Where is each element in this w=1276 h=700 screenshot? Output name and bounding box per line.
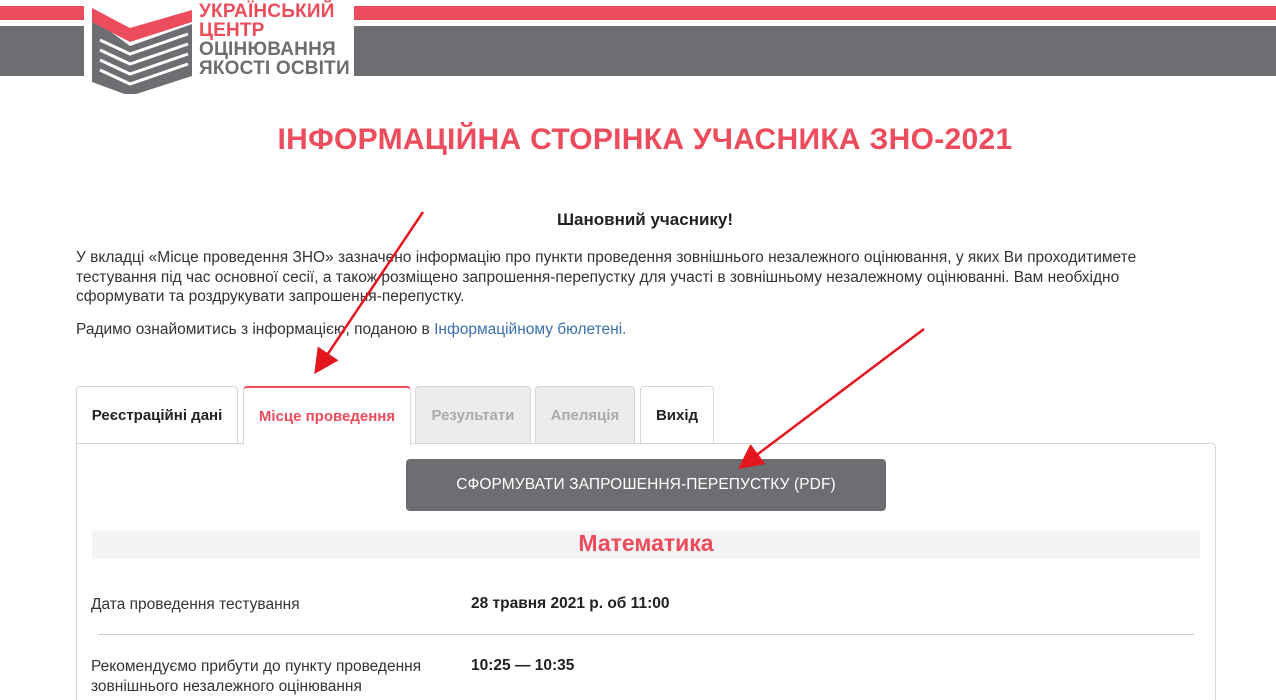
test-date-value: 28 травня 2021 р. об 11:00 — [471, 595, 670, 612]
tab-results[interactable]: Результати — [415, 386, 531, 444]
logo-line-3: ОЦІНЮВАННЯ — [199, 39, 336, 60]
arrival-time-label: Рекомендуємо прибути до пункту проведенн… — [91, 658, 422, 695]
page-title: ІНФОРМАЦІЙНА СТОРІНКА УЧАСНИКА ЗНО-2021 — [277, 123, 1013, 156]
tab-exit[interactable]: Вихід — [640, 386, 714, 444]
info-prefix-text: Радимо ознайомитись з інформацією, подан… — [76, 321, 435, 338]
site-header: УКРАЇНСЬКИЙ ЦЕНТР ОЦІНЮВАННЯ ЯКОСТІ ОСВІ… — [0, 0, 1276, 96]
intro-paragraph: У вкладці «Місце проведення ЗНО» зазначе… — [76, 249, 1137, 305]
generate-pass-pdf-button[interactable]: СФОРМУВАТИ ЗАПРОШЕННЯ-ПЕРЕПУСТКУ (PDF) — [406, 459, 886, 511]
row-divider — [98, 634, 1194, 635]
logo-line-4: ЯКОСТІ ОСВІТИ — [199, 58, 350, 79]
greeting-heading: Шановний учаснику! — [556, 210, 734, 229]
arrival-time-value: 10:25 — 10:35 — [471, 657, 575, 674]
ucoe-logo[interactable]: УКРАЇНСЬКИЙ ЦЕНТР ОЦІНЮВАННЯ ЯКОСТІ ОСВІ… — [84, 0, 354, 96]
tab-registration[interactable]: Реєстраційні дані — [76, 386, 238, 444]
book-logo-icon — [92, 8, 192, 94]
subject-title: Математика — [578, 530, 714, 556]
tab-test-location[interactable]: Місце проведення — [243, 386, 411, 445]
info-bulletin-line: Радимо ознайомитись з інформацією, подан… — [76, 321, 626, 339]
logo-line-1: УКРАЇНСЬКИЙ — [199, 1, 335, 22]
test-date-label: Дата проведення тестування — [91, 596, 300, 613]
logo-wordmark: УКРАЇНСЬКИЙ ЦЕНТР ОЦІНЮВАННЯ ЯКОСТІ ОСВІ… — [199, 2, 350, 78]
logo-line-2: ЦЕНТР — [199, 20, 265, 41]
tab-appeal[interactable]: Апеляція — [535, 386, 635, 444]
info-bulletin-link[interactable]: Інформаційному бюлетені. — [434, 321, 626, 338]
